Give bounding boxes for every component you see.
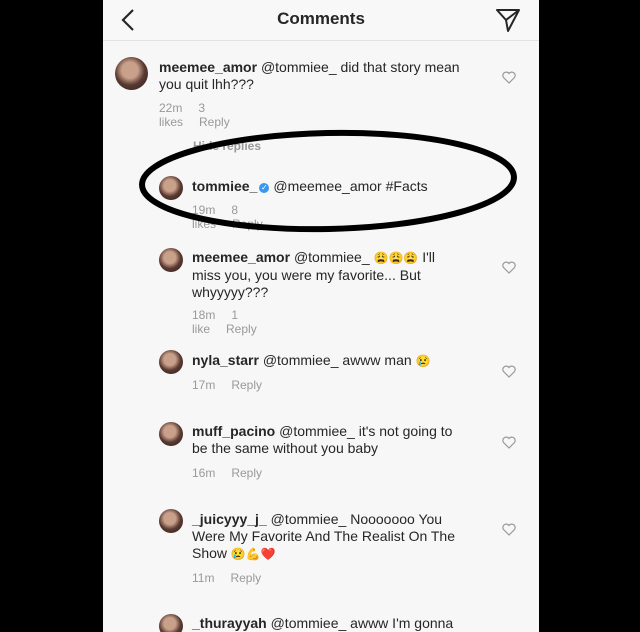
comment-meta: 22m 3 likes Reply [159,101,246,129]
mention[interactable]: @meemee_amor [273,178,381,194]
comment-username[interactable]: nyla_starr [192,352,259,368]
comment-meta: 11m Reply [192,571,277,585]
emoji-group: 😢💪❤️ [230,547,276,561]
avatar[interactable] [159,509,183,533]
comment-username[interactable]: tommiee_ [192,178,257,194]
paper-plane-icon[interactable] [495,7,521,33]
timestamp: 18m [192,308,216,322]
heart-icon[interactable] [502,436,516,449]
comment-body-line3: whyyyyy??? [192,284,269,300]
comment-body: awww I'm gonna [346,615,454,631]
comment-username[interactable]: meemee_amor [192,249,290,265]
timestamp: 22m [159,101,183,115]
avatar[interactable] [159,422,183,446]
hide-replies-link[interactable]: Hide replies [193,139,261,153]
comment-text: muff_pacino @tommiee_ it's not going to … [192,423,492,457]
timestamp: 19m [192,203,216,217]
comment-username[interactable]: muff_pacino [192,423,275,439]
comment-username[interactable]: meemee_amor [159,59,257,75]
comment-body: Nooooooo You [346,511,443,527]
mention[interactable]: @tommiee_ [263,352,339,368]
comment-meta: 18m 1 like Reply [192,308,273,336]
comment-text: meemee_amor @tommiee_ did that story mea… [159,59,489,93]
page-title: Comments [277,9,365,28]
avatar[interactable] [159,350,183,374]
comment-body: it's not going to [354,423,453,439]
comment-body-line2: you quit lhh??? [159,76,254,92]
reply-link[interactable]: Reply [230,571,261,585]
comment-text: meemee_amor @tommiee_ 😩😩😩 I'll miss you,… [192,249,492,301]
reply-link[interactable]: Reply [226,322,257,336]
timestamp: 11m [192,571,215,585]
reply-link[interactable]: Reply [231,466,262,480]
comment-text: _thurayyah @tommiee_ awww I'm gonna [192,615,492,632]
comment-meta: 16m Reply [192,466,278,480]
mention[interactable]: @tommiee_ [279,423,355,439]
timestamp: 17m [192,378,216,392]
avatar[interactable] [115,57,148,90]
comment-body: awww man [338,352,412,368]
heart-icon[interactable] [502,261,516,274]
emoji-group: 😩😩😩 [373,251,419,265]
comment-username[interactable]: _juicyyy_j_ [192,511,267,527]
comment-body: #Facts [381,178,428,194]
comment-body-line2: be the same without you baby [192,440,379,456]
avatar[interactable] [159,248,183,272]
heart-icon[interactable] [502,71,516,84]
reply-link[interactable]: Reply [231,378,262,392]
comment-text: tommiee_ ✓ @meemee_amor #Facts [192,178,492,195]
emoji: 😢 [415,354,431,368]
mention[interactable]: @tommiee_ [271,615,347,631]
header-bar: Comments [103,0,539,41]
comment-body: I'll [418,249,436,265]
mention[interactable]: @tommiee_ [294,249,370,265]
avatar[interactable] [159,176,183,200]
mention[interactable]: @tommiee_ [271,511,347,527]
comment-meta: 19m 8 likes Reply [192,203,279,231]
comment-body-line2: miss you, you were my favorite... But [192,267,421,283]
phone-screen: Comments meemee_amor @tommiee_ did that … [103,0,539,632]
comment-text: _juicyyy_j_ @tommiee_ Nooooooo You Were … [192,511,492,563]
heart-icon[interactable] [502,365,516,378]
timestamp: 16m [192,466,216,480]
reply-link[interactable]: Reply [199,115,230,129]
verified-badge-icon: ✓ [259,183,270,193]
avatar[interactable] [159,614,183,632]
reply-link[interactable]: Reply [232,217,263,231]
comment-body-line2: Were My Favorite And The Realist On The [192,528,456,544]
comment-body-line3: Show [192,545,228,561]
heart-icon[interactable] [502,523,516,536]
mention[interactable]: @tommiee_ [261,59,337,75]
comment-text: nyla_starr @tommiee_ awww man 😢 [192,352,492,370]
comment-body: did that story mean [336,59,460,75]
comment-meta: 17m Reply [192,378,278,392]
comment-username[interactable]: _thurayyah [192,615,267,631]
